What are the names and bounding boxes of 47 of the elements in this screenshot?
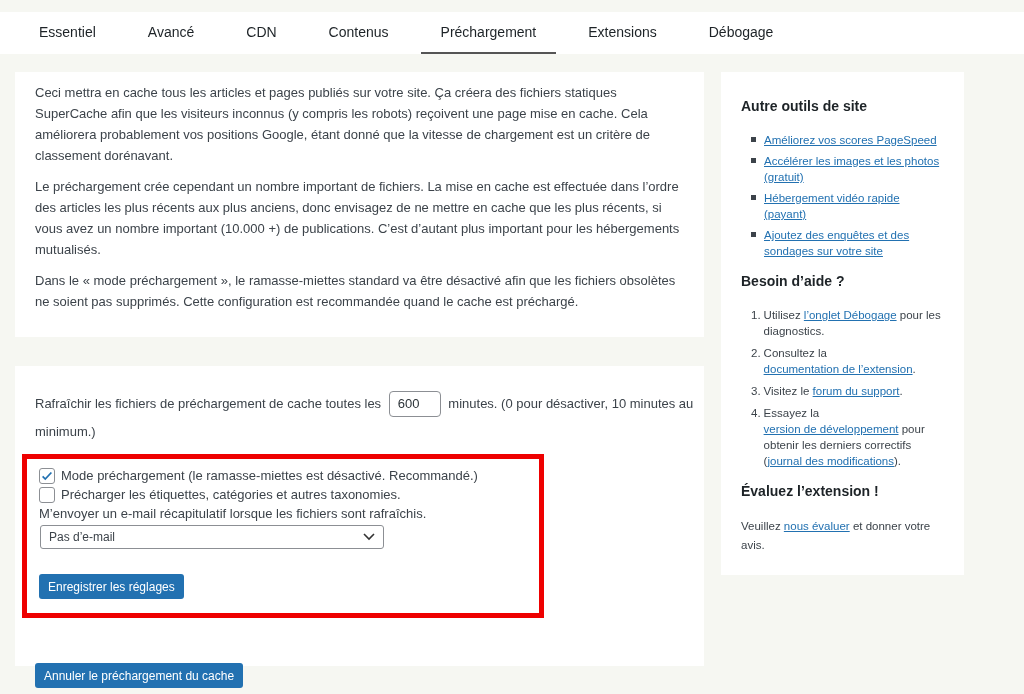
list-number: 4. bbox=[751, 406, 761, 421]
bullet-icon bbox=[751, 137, 756, 142]
checkbox[interactable] bbox=[39, 486, 55, 503]
checkbox-label: Précharger les étiquettes, catégories et autres taxonomies. bbox=[61, 486, 401, 504]
tab[interactable]: CDN bbox=[226, 12, 297, 54]
tool-link[interactable]: Hébergement vidéo rapide (payant) bbox=[764, 190, 944, 222]
list-number: 2. bbox=[751, 346, 761, 361]
refresh-text: Rafraîchir les fichiers de préchargement de cache toutes les 600 minutes. (0 pour désactiver, 10 minutes au minimum.) bbox=[35, 390, 694, 446]
save-button[interactable]: Enregistrer les réglages bbox=[39, 574, 184, 599]
sidebar-heading: Autre outils de site bbox=[741, 98, 869, 114]
checkbox[interactable] bbox=[39, 467, 55, 484]
help-text: Visitez le forum du support. bbox=[763, 384, 903, 399]
help-text: Essayez la version de développement pour obtenir les derniers correctifs (journal des modifications). bbox=[763, 406, 926, 469]
tab[interactable]: Débogage bbox=[688, 12, 794, 54]
list-number: 1. bbox=[751, 308, 761, 323]
help-text: Utilisez l’onglet Débogage pour les diagnostics. bbox=[763, 308, 942, 339]
bullet-icon bbox=[751, 195, 756, 200]
tab[interactable]: Extensions bbox=[568, 12, 677, 54]
help-link[interactable]: documentation de l’extension bbox=[763, 363, 913, 375]
help-link[interactable]: version de développement bbox=[763, 423, 899, 435]
list-number: 3. bbox=[751, 384, 761, 399]
description-paragraph: Ceci mettra en cache tous les articles et pages publiés sur votre site. Ça créera des fichiers statiques SuperCache afin que les visiteurs inconnus (y compris les robots) reçoivent une page mise en cache. Cela améliorera probablement vos positions Google, étant donné que la vitesse de chargement est un critère de classement dorénavant. bbox=[35, 84, 651, 165]
help-link[interactable]: journal des modifications bbox=[767, 455, 894, 467]
rate-link[interactable]: nous évaluer bbox=[783, 520, 850, 532]
tool-link[interactable]: Accélérer les images et les photos (gratuit) bbox=[764, 153, 944, 185]
tab[interactable]: Essentiel bbox=[19, 12, 116, 54]
tab[interactable]: Avancé bbox=[127, 12, 215, 54]
sidebar-heading: Évaluez l’extension ! bbox=[741, 483, 880, 499]
description-paragraph: Dans le « mode préchargement », le ramasse-miettes standard va être désactivé afin que les fichiers obsolètes ne soient pas supprimés. Cette configuration est recommandée quand le cache est préchargé. bbox=[35, 272, 677, 311]
description-paragraph: Le préchargement crée cependant un nombre important de fichiers. La mise en cache est effectuée dans l’ordre des articles les plus récents aux plus anciens, donc envisagez de ne mettre en cache que les plus récents, si vous avez un nombre important (10.000 +) de publications. C’est d’autant plus important pour les hébergements mutualisés. bbox=[35, 178, 681, 259]
tab[interactable]: Contenus bbox=[308, 12, 409, 54]
email-label: M’envoyer un e-mail récapitulatif lorsque les fichiers sont rafraîchis. bbox=[39, 505, 428, 523]
tab[interactable]: Préchargement bbox=[420, 12, 557, 54]
chevron-down-icon bbox=[363, 533, 375, 541]
bullet-icon bbox=[751, 158, 756, 163]
bullet-icon bbox=[751, 232, 756, 237]
rate-text: Veuillez nous évaluer et donner votre avis. bbox=[741, 519, 932, 553]
tool-link[interactable]: Améliorez vos scores PageSpeed bbox=[764, 132, 937, 148]
minutes-input[interactable]: 600 bbox=[388, 391, 441, 417]
email-select[interactable]: Pas d’e-mail bbox=[40, 525, 384, 549]
checkbox-label: Mode préchargement (le ramasse-miettes est désactivé. Recommandé.) bbox=[61, 467, 478, 485]
cancel-preload-button[interactable]: Annuler le préchargement du cache bbox=[35, 663, 244, 688]
help-link[interactable]: forum du support bbox=[812, 385, 900, 397]
sidebar-heading: Besoin d’aide ? bbox=[741, 273, 846, 289]
help-text: Consultez la documentation de l’extension. bbox=[763, 346, 917, 377]
tool-link[interactable]: Ajoutez des enquêtes et des sondages sur votre site bbox=[764, 227, 944, 259]
help-link[interactable]: l’onglet Débogage bbox=[803, 309, 897, 321]
